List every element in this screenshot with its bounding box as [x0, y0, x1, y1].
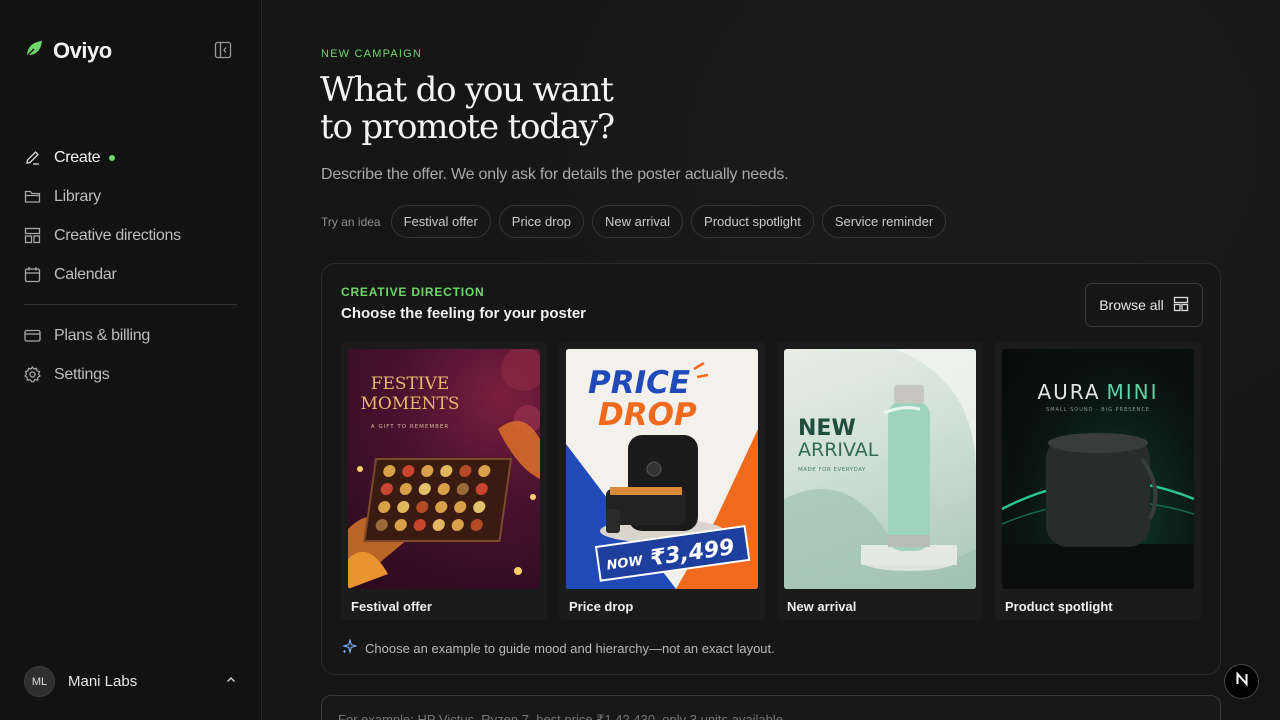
direction-card-product-spotlight[interactable]: AURA MINI SMALL SOUND · BIG PRESENCE Prod…	[995, 342, 1201, 620]
user-menu[interactable]: ML Mani Labs	[24, 666, 237, 697]
poster-title-2: MINI	[1107, 380, 1159, 404]
layout-grid-icon	[1173, 296, 1189, 315]
chevron-up-icon	[225, 673, 237, 691]
poster-title-1: FESTIVE	[371, 374, 450, 394]
poster-sub: A GIFT TO REMEMBER	[371, 424, 449, 430]
sidebar-item-create[interactable]: Create	[24, 138, 237, 177]
ideas-label: Try an idea	[321, 214, 381, 229]
browse-all-label: Browse all	[1099, 297, 1164, 313]
gear-icon	[24, 366, 41, 383]
poster-title-1: AURA	[1037, 380, 1100, 404]
avatar: ML	[24, 666, 55, 697]
brand-name: Oviyo	[53, 38, 112, 63]
layout-icon	[24, 227, 41, 244]
n-logo-badge[interactable]	[1224, 664, 1259, 699]
sidebar-nav: Create Library Creative directions Calen…	[24, 138, 237, 394]
direction-card-price-drop[interactable]: PRICE DROP NOW ₹3,499 Price drop	[559, 342, 765, 620]
poster-price-drop-image: PRICE DROP NOW ₹3,499	[566, 349, 758, 589]
direction-card-festival-offer[interactable]: FESTIVE MOMENTS A GIFT TO REMEMBER Festi…	[341, 342, 547, 620]
sidebar-item-calendar[interactable]: Calendar	[24, 255, 237, 294]
sidebar-item-label: Library	[54, 187, 101, 205]
poster-festive-image: FESTIVE MOMENTS A GIFT TO REMEMBER	[348, 349, 540, 589]
calendar-icon	[24, 266, 41, 283]
panel-eyebrow: CREATIVE DIRECTION	[341, 285, 485, 299]
card-label: New arrival	[787, 599, 857, 614]
sidebar: Oviyo Create Library Creative directions	[0, 0, 262, 720]
page-title-line-2: to promote today?	[320, 107, 615, 147]
creative-direction-panel: CREATIVE DIRECTION Choose the feeling fo…	[321, 263, 1221, 675]
sidebar-item-label: Creative directions	[54, 226, 181, 244]
section-eyebrow: NEW CAMPAIGN	[321, 48, 422, 60]
direction-cards: FESTIVE MOMENTS A GIFT TO REMEMBER Festi…	[341, 342, 1201, 620]
sidebar-item-settings[interactable]: Settings	[24, 355, 237, 394]
collapse-sidebar-button[interactable]	[213, 41, 233, 64]
svg-text:AURAMINI: AURA MINI	[1037, 380, 1158, 404]
poster-title-2: ARRIVAL	[798, 439, 879, 461]
idea-chips: Try an idea Festival offer Price drop Ne…	[321, 205, 947, 238]
card-label: Price drop	[569, 599, 634, 614]
sidebar-item-library[interactable]: Library	[24, 177, 237, 216]
sidebar-item-plans-billing[interactable]: Plans & billing	[24, 316, 237, 355]
poster-sub: SMALL SOUND · BIG PRESENCE	[1046, 407, 1150, 413]
page-title: What do you want to promote today?	[320, 72, 740, 146]
poster-title-2: MOMENTS	[360, 394, 459, 414]
sidebar-item-label: Create	[54, 148, 101, 166]
offer-description-input[interactable]: For example: HP Victus, Ryzen 7, best pr…	[321, 695, 1221, 720]
active-dot	[109, 154, 116, 161]
user-name: Mani Labs	[68, 673, 138, 690]
sidebar-toggle-icon	[214, 41, 232, 64]
sidebar-item-creative-directions[interactable]: Creative directions	[24, 216, 237, 255]
folder-icon	[24, 188, 41, 205]
nav-divider	[24, 304, 237, 305]
direction-hint: Choose an example to guide mood and hier…	[341, 637, 775, 658]
poster-new-arrival-image: NEW ARRIVAL MADE FOR EVERYDAY	[784, 349, 976, 589]
n-logo-icon	[1234, 671, 1250, 692]
credit-card-icon	[24, 327, 41, 344]
direction-card-new-arrival[interactable]: NEW ARRIVAL MADE FOR EVERYDAY New arriva…	[777, 342, 983, 620]
sparkle-icon	[341, 637, 359, 658]
chip-price-drop[interactable]: Price drop	[498, 205, 585, 238]
chip-product-spotlight[interactable]: Product spotlight	[691, 205, 814, 238]
panel-title: Choose the feeling for your poster	[341, 305, 587, 322]
chip-festival-offer[interactable]: Festival offer	[390, 205, 491, 238]
poster-sub: MADE FOR EVERYDAY	[798, 467, 866, 473]
pencil-icon	[24, 149, 41, 166]
chip-new-arrival[interactable]: New arrival	[592, 205, 684, 238]
poster-title-1: NEW	[798, 416, 856, 441]
card-label: Festival offer	[351, 599, 432, 614]
page-subtitle: Describe the offer. We only ask for deta…	[321, 166, 789, 183]
poster-title-2: DROP	[598, 397, 697, 433]
main-content: NEW CAMPAIGN What do you want to promote…	[262, 0, 1280, 720]
card-label: Product spotlight	[1005, 599, 1113, 614]
chip-service-reminder[interactable]: Service reminder	[821, 205, 947, 238]
page-title-line-1: What do you want	[320, 70, 614, 110]
sidebar-item-label: Plans & billing	[54, 326, 151, 344]
leaf-logo-icon	[24, 39, 44, 64]
browse-all-button[interactable]: Browse all	[1085, 283, 1203, 327]
poster-aura-mini-image: AURA MINI SMALL SOUND · BIG PRESENCE	[1002, 349, 1194, 589]
hint-text: Choose an example to guide mood and hier…	[365, 641, 775, 656]
sidebar-item-label: Calendar	[54, 265, 117, 283]
brand[interactable]: Oviyo	[24, 38, 112, 64]
sidebar-item-label: Settings	[54, 365, 110, 383]
poster-title-1: PRICE	[588, 365, 690, 401]
